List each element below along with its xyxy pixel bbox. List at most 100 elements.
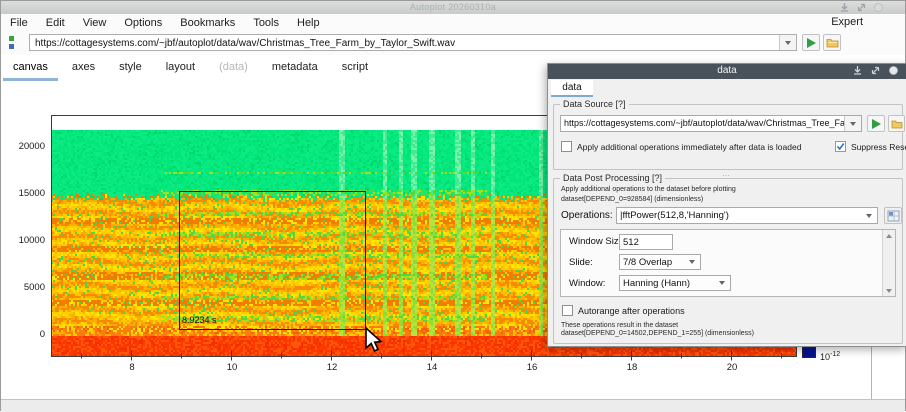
y-tick-label: 15000 xyxy=(1,188,45,199)
x-tick-label: 8 xyxy=(117,362,147,373)
operations-dropdown-button[interactable] xyxy=(861,208,877,223)
operations-label: Operations: xyxy=(561,210,613,221)
open-file-button[interactable] xyxy=(823,34,841,51)
menu-file[interactable]: File xyxy=(1,17,37,29)
menu-view[interactable]: View xyxy=(74,17,116,29)
menu-options[interactable]: Options xyxy=(115,17,171,29)
y-tick-label: 10000 xyxy=(1,235,45,246)
x-tick-label: 10 xyxy=(217,362,247,373)
chevron-down-icon xyxy=(714,276,730,290)
data-source-legend: Data Source [?] xyxy=(560,99,629,109)
y-tick-label: 5000 xyxy=(1,282,45,293)
x-tick-label: 18 xyxy=(617,362,647,373)
colorbar-end-swatch xyxy=(802,347,816,358)
autorange-checkbox-row: Autorange after operations xyxy=(562,305,685,316)
suppress-reset-checkbox[interactable] xyxy=(835,141,846,152)
window-label: Window: xyxy=(569,278,605,289)
panel-scrollbar[interactable] xyxy=(882,230,895,296)
operation-editor-panel: Window Size: 512 Slide: 7/8 Overlap Wind… xyxy=(560,229,896,297)
window-size-input[interactable]: 512 xyxy=(619,234,673,250)
menu-tools[interactable]: Tools xyxy=(244,17,288,29)
app-window: Autoplot 20260310a FileEditViewOptionsBo… xyxy=(0,0,906,411)
tab-script[interactable]: script xyxy=(330,55,380,81)
operations-input[interactable]: |fftPower(512,8,'Hanning') xyxy=(616,207,878,224)
window-size-label: Window Size: xyxy=(569,236,627,247)
tab-canvas[interactable]: canvas xyxy=(1,55,60,81)
data-dialog: data data Data Source [?] https://cottag… xyxy=(547,63,906,347)
dialog-open-file-button[interactable] xyxy=(888,115,905,132)
url-input[interactable]: https://cottagesystems.com/~jbf/autoplot… xyxy=(29,34,797,51)
selection-box[interactable] xyxy=(179,191,366,330)
dialog-tabstrip: data xyxy=(548,79,906,97)
x-tick-label: 14 xyxy=(417,362,447,373)
slide-select[interactable]: 7/8 Overlap xyxy=(619,254,701,270)
chevron-down-icon xyxy=(684,255,700,269)
autorange-checkbox[interactable] xyxy=(562,305,573,316)
y-tick-label: 0 xyxy=(1,329,45,340)
url-bar: https://cottagesystems.com/~jbf/autoplot… xyxy=(1,31,905,56)
x-tick-label: 20 xyxy=(717,362,747,373)
menu-edit[interactable]: Edit xyxy=(37,17,74,29)
pin-icon[interactable] xyxy=(840,3,849,12)
url-text: https://cottagesystems.com/~jbf/autoplot… xyxy=(35,38,455,49)
dialog-url-input[interactable]: https://cottagesystems.com/~jbf/autoplot… xyxy=(560,115,862,132)
window-select[interactable]: Hanning (Hann) xyxy=(619,275,731,291)
suppress-reset-label: Suppress Reset xyxy=(851,142,906,152)
tab-metadata[interactable]: metadata xyxy=(260,55,330,81)
expert-label[interactable]: Expert xyxy=(831,16,863,28)
play-icon xyxy=(807,38,816,48)
apply-operations-checkbox-row: Apply additional operations immediately … xyxy=(561,141,801,152)
menu-bar: FileEditViewOptionsBookmarksToolsHelp Ex… xyxy=(1,14,905,32)
apply-operations-checkbox[interactable] xyxy=(561,141,572,152)
window-titlebar: Autoplot 20260310a xyxy=(1,1,905,15)
go-button[interactable] xyxy=(802,34,820,51)
suppress-reset-checkbox-row: Suppress Reset xyxy=(835,141,906,152)
folder-open-icon xyxy=(826,37,839,48)
undock-icon[interactable] xyxy=(871,66,880,75)
slide-label: Slide: xyxy=(569,257,593,268)
tab-layout[interactable]: layout xyxy=(154,55,207,81)
autorange-label: Autorange after operations xyxy=(578,306,685,316)
data-source-group: Data Source [?] https://cottagesystems.c… xyxy=(553,104,903,170)
scroll-down-icon[interactable] xyxy=(883,285,895,296)
mouse-cursor xyxy=(363,327,387,355)
result-dataset-line1: These operations result in the dataset xyxy=(561,322,678,329)
check-icon xyxy=(836,142,845,151)
window-menu-icon[interactable] xyxy=(889,66,898,75)
tab-axes[interactable]: axes xyxy=(60,55,107,81)
canvas-right-border xyxy=(871,347,872,399)
post-processing-legend: Data Post Processing [?] xyxy=(560,173,665,183)
pin-icon[interactable] xyxy=(853,66,862,75)
dialog-tab-data[interactable]: data xyxy=(551,80,593,97)
x-tick-label: 16 xyxy=(517,362,547,373)
undock-icon[interactable] xyxy=(857,3,866,12)
datasource-icon xyxy=(8,35,20,51)
post-processing-group: Data Post Processing [?] Apply additiona… xyxy=(553,178,903,344)
status-bar xyxy=(1,399,905,412)
input-dataset-label: dataset[DEPEND_0=928584] (dimensionless) xyxy=(561,196,703,203)
chevron-down-icon xyxy=(866,214,872,218)
result-dataset-line2: dataset[DEPEND_0=14502,DEPEND_1=255] (di… xyxy=(561,330,754,337)
scroll-up-icon[interactable] xyxy=(883,230,895,241)
dialog-go-button[interactable] xyxy=(867,115,885,132)
window-menu-icon[interactable] xyxy=(874,3,883,12)
tab-data[interactable]: (data) xyxy=(207,55,260,81)
play-icon xyxy=(872,119,881,129)
window-title: Autoplot 20260310a xyxy=(1,2,905,12)
colorbar-tick-label: 10-12 xyxy=(820,351,840,362)
tab-style[interactable]: style xyxy=(107,55,154,81)
folder-open-icon xyxy=(891,119,903,129)
operations-editor-icon xyxy=(887,210,900,222)
chevron-down-icon xyxy=(785,41,791,45)
url-dropdown-button[interactable] xyxy=(779,35,796,50)
url-dropdown-button[interactable] xyxy=(844,116,861,131)
post-desc: Apply additional operations to the datas… xyxy=(561,186,736,193)
chevron-down-icon xyxy=(850,122,856,126)
menu-bookmarks[interactable]: Bookmarks xyxy=(171,17,244,29)
apply-operations-label: Apply additional operations immediately … xyxy=(577,142,801,152)
operations-editor-button[interactable] xyxy=(884,207,902,224)
menu-help[interactable]: Help xyxy=(288,17,329,29)
selection-time-label: 8.9234 s xyxy=(182,315,217,325)
y-tick-label: 20000 xyxy=(1,141,45,152)
dialog-titlebar[interactable]: data xyxy=(548,64,906,79)
